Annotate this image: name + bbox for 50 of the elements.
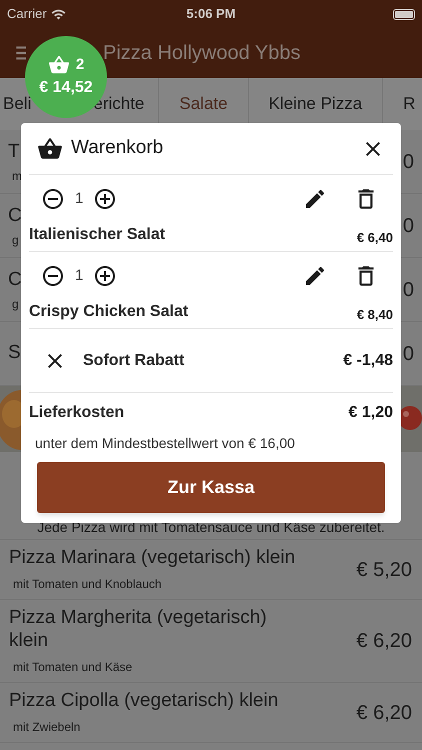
checkout-button[interactable]: Zur Kassa bbox=[37, 462, 385, 513]
item-title: C bbox=[8, 204, 22, 228]
basket-icon bbox=[48, 54, 70, 76]
cart-title: Warenkorb bbox=[71, 136, 164, 160]
item-subtitle: mit Tomaten und Knoblauch bbox=[12, 576, 163, 593]
cart-count: 2 bbox=[76, 54, 84, 75]
item-price: 0 bbox=[402, 150, 414, 174]
delivery-price: € 1,20 bbox=[348, 403, 393, 423]
basket-icon bbox=[37, 136, 63, 162]
status-time: 5:06 PM bbox=[186, 5, 236, 24]
delivery-label: Lieferkosten bbox=[29, 403, 124, 423]
item-price: 0 bbox=[402, 214, 414, 238]
category-tab[interactable]: Salate bbox=[179, 91, 228, 117]
item-price: 0 bbox=[402, 342, 414, 366]
item-title: C bbox=[8, 268, 22, 292]
decrease-button[interactable] bbox=[41, 264, 65, 288]
category-tab[interactable]: Kleine Pizza bbox=[268, 91, 362, 117]
category-tab[interactable]: R bbox=[403, 91, 416, 117]
cart-item-name: Italienischer Salat bbox=[29, 225, 166, 245]
minimum-order-note: unter dem Mindestbestellwert von € 16,00 bbox=[34, 434, 296, 453]
cart-item-price: € 8,40 bbox=[356, 306, 393, 324]
item-price: € 6,20 bbox=[356, 700, 412, 726]
item-title: S bbox=[8, 341, 21, 366]
decrease-button[interactable] bbox=[41, 187, 65, 211]
edit-icon[interactable] bbox=[303, 264, 327, 288]
discount-label: Sofort Rabatt bbox=[83, 350, 184, 370]
item-price: 0 bbox=[402, 278, 414, 302]
item-price: € 6,20 bbox=[356, 629, 412, 654]
item-title: Pizza Margherita (vegetarisch) klein bbox=[9, 606, 268, 652]
cart-total: € 14,52 bbox=[39, 78, 93, 98]
cart-item-name: Crispy Chicken Salat bbox=[29, 302, 188, 322]
battery-icon bbox=[392, 8, 415, 20]
carrier-name: Carrier bbox=[7, 5, 47, 24]
section-description: Jede Pizza wird mit Tomatensauce und Käse zubereitet. bbox=[37, 518, 385, 537]
discount-amount: € -1,48 bbox=[343, 350, 393, 370]
item-subtitle: m bbox=[11, 168, 22, 185]
edit-icon[interactable] bbox=[303, 187, 327, 211]
item-title: Pizza Marinara (vegetarisch) klein bbox=[9, 546, 296, 569]
item-subtitle: mit Zwiebeln bbox=[12, 719, 82, 736]
item-subtitle: mit Tomaten und Käse bbox=[12, 659, 134, 676]
item-subtitle: g bbox=[11, 232, 20, 249]
item-quantity: 1 bbox=[75, 188, 84, 209]
increase-button[interactable] bbox=[93, 264, 118, 288]
item-title: T bbox=[8, 140, 21, 164]
item-subtitle: g bbox=[11, 296, 20, 313]
increase-button[interactable] bbox=[93, 187, 118, 211]
cart-item-price: € 6,40 bbox=[356, 228, 393, 246]
item-quantity: 1 bbox=[75, 266, 84, 286]
item-title: Pizza Cipolla (vegetarisch) klein bbox=[9, 689, 280, 712]
item-price: € 5,20 bbox=[356, 558, 412, 582]
